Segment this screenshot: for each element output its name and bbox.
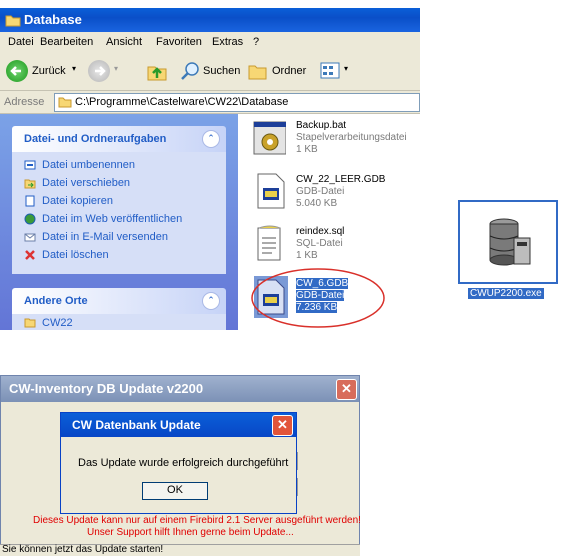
views-icon[interactable] xyxy=(320,61,342,81)
folder-icon xyxy=(5,15,21,27)
task-email-label[interactable]: Datei in E-Mail versenden xyxy=(42,231,168,243)
place-cw22-label[interactable]: CW22 xyxy=(42,317,73,329)
message-box-title-bar[interactable]: CW Datenbank Update ✕ xyxy=(61,413,296,437)
address-field[interactable]: C:\Programme\Castelware\CW22\Database xyxy=(54,93,420,112)
folder-icon xyxy=(58,97,72,108)
back-dropdown-icon[interactable]: ▾ xyxy=(72,64,76,73)
database-app-icon xyxy=(489,218,531,266)
message-text: Das Update wurde erfolgreich durchgeführ… xyxy=(78,457,289,469)
gdb-file-icon xyxy=(257,173,285,209)
file-type: SQL-Datei xyxy=(296,238,343,249)
search-button-label[interactable]: Suchen xyxy=(203,65,240,77)
file-type: Stapelverarbeitungsdatei xyxy=(296,132,407,143)
file-size: 1 KB xyxy=(296,250,318,261)
file-item[interactable]: CW_22_LEER.GDB GDB-Datei 5.040 KB xyxy=(252,172,420,216)
collapse-chevron-icon[interactable]: ⌃ xyxy=(202,292,220,310)
sql-file-icon xyxy=(257,225,281,261)
file-name: reindex.sql xyxy=(296,226,345,237)
file-size: 5.040 KB xyxy=(296,198,338,209)
file-size: 1 KB xyxy=(296,144,318,155)
task-delete-label[interactable]: Datei löschen xyxy=(42,249,109,261)
move-icon xyxy=(24,179,36,189)
menu-bar: Datei Bearbeiten Ansicht Favoriten Extra… xyxy=(0,32,420,53)
explorer-title-bar[interactable]: Database xyxy=(0,8,420,32)
update-window: CW-Inventory DB Update v2200 ✕ Dieses Up… xyxy=(0,375,361,555)
desktop-icon-frame[interactable] xyxy=(458,200,558,284)
toolbar: Zurück ▾ ▾ Suchen Ordner ▾ xyxy=(0,52,420,91)
rename-icon xyxy=(24,160,36,170)
update-window-title: CW-Inventory DB Update v2200 xyxy=(9,381,204,396)
address-label: Adresse xyxy=(4,96,45,108)
file-name: Backup.bat xyxy=(296,120,347,131)
ok-button[interactable]: OK xyxy=(142,482,208,500)
close-icon[interactable]: ✕ xyxy=(336,379,357,400)
task-publish-web-label[interactable]: Datei im Web veröffentlichen xyxy=(42,213,182,225)
other-places-body: CW22 xyxy=(12,314,226,330)
batch-file-icon xyxy=(253,121,286,155)
task-rename-label[interactable]: Datei umbenennen xyxy=(42,159,135,171)
menu-favoriten[interactable]: Favoriten xyxy=(156,36,202,48)
globe-icon xyxy=(24,213,36,225)
file-name: CW_22_LEER.GDB xyxy=(296,174,386,185)
task-move-label[interactable]: Datei verschieben xyxy=(42,177,130,189)
file-type: GDB-Datei xyxy=(296,186,345,197)
folders-icon[interactable] xyxy=(248,61,268,81)
folders-button-label[interactable]: Ordner xyxy=(272,65,306,77)
folder-icon xyxy=(24,318,36,328)
update-window-title-bar[interactable]: CW-Inventory DB Update v2200 ✕ xyxy=(0,375,360,403)
menu-extras[interactable]: Extras xyxy=(212,36,243,48)
file-item[interactable]: reindex.sql SQL-Datei 1 KB xyxy=(252,224,420,268)
explorer-title: Database xyxy=(24,12,82,27)
message-box: CW Datenbank Update ✕ Das Update wurde e… xyxy=(60,412,297,514)
back-arrow-icon[interactable] xyxy=(6,60,28,82)
forward-arrow-icon[interactable] xyxy=(88,60,110,82)
status-bar: Sie können jetzt das Update starten! xyxy=(0,544,360,556)
file-list: Backup.bat Stapelverarbeitungsdatei 1 KB… xyxy=(238,114,420,330)
menu-datei[interactable]: Datei xyxy=(8,36,34,48)
warning-line-1: Dieses Update kann nur auf einem Firebir… xyxy=(33,515,361,526)
menu-ansicht[interactable]: Ansicht xyxy=(106,36,142,48)
status-text: Sie können jetzt das Update starten! xyxy=(2,544,164,555)
task-copy-label[interactable]: Datei kopieren xyxy=(42,195,113,207)
menu-bearbeiten[interactable]: Bearbeiten xyxy=(40,36,93,48)
tasks-panel-body: Datei umbenennen Datei verschieben Datei… xyxy=(12,152,226,274)
delete-x-icon xyxy=(25,250,35,260)
other-places-title: Andere Orte xyxy=(24,295,88,307)
tasks-panel-header[interactable]: Datei- und Ordneraufgaben ⌃ xyxy=(12,126,226,152)
collapse-chevron-icon[interactable]: ⌃ xyxy=(202,130,220,148)
explorer-window: Database Datei Bearbeiten Ansicht Favori… xyxy=(0,0,420,330)
copy-icon xyxy=(25,195,35,207)
desktop-icon-label[interactable]: CWUP2200.exe xyxy=(468,288,544,299)
back-button-label[interactable]: Zurück xyxy=(32,65,66,77)
file-item[interactable]: Backup.bat Stapelverarbeitungsdatei 1 KB xyxy=(252,120,420,164)
folder-up-icon[interactable] xyxy=(146,60,168,82)
other-places-header[interactable]: Andere Orte ⌃ xyxy=(12,288,226,314)
search-icon[interactable] xyxy=(180,61,200,81)
task-pane: Datei- und Ordneraufgaben ⌃ Datei umbene… xyxy=(0,114,238,330)
email-icon xyxy=(24,233,36,242)
forward-dropdown-icon[interactable]: ▾ xyxy=(114,64,118,73)
views-dropdown-icon[interactable]: ▾ xyxy=(344,64,348,73)
address-path: C:\Programme\Castelware\CW22\Database xyxy=(75,96,289,108)
menu-help[interactable]: ? xyxy=(253,36,259,48)
warning-line-2: Unser Support hilft Ihnen gerne beim Upd… xyxy=(87,527,294,538)
message-box-title: CW Datenbank Update xyxy=(72,418,201,432)
close-icon[interactable]: ✕ xyxy=(272,415,293,436)
address-bar: Adresse C:\Programme\Castelware\CW22\Dat… xyxy=(0,91,420,114)
tasks-panel-title: Datei- und Ordneraufgaben xyxy=(24,133,167,145)
highlight-circle xyxy=(251,268,385,328)
